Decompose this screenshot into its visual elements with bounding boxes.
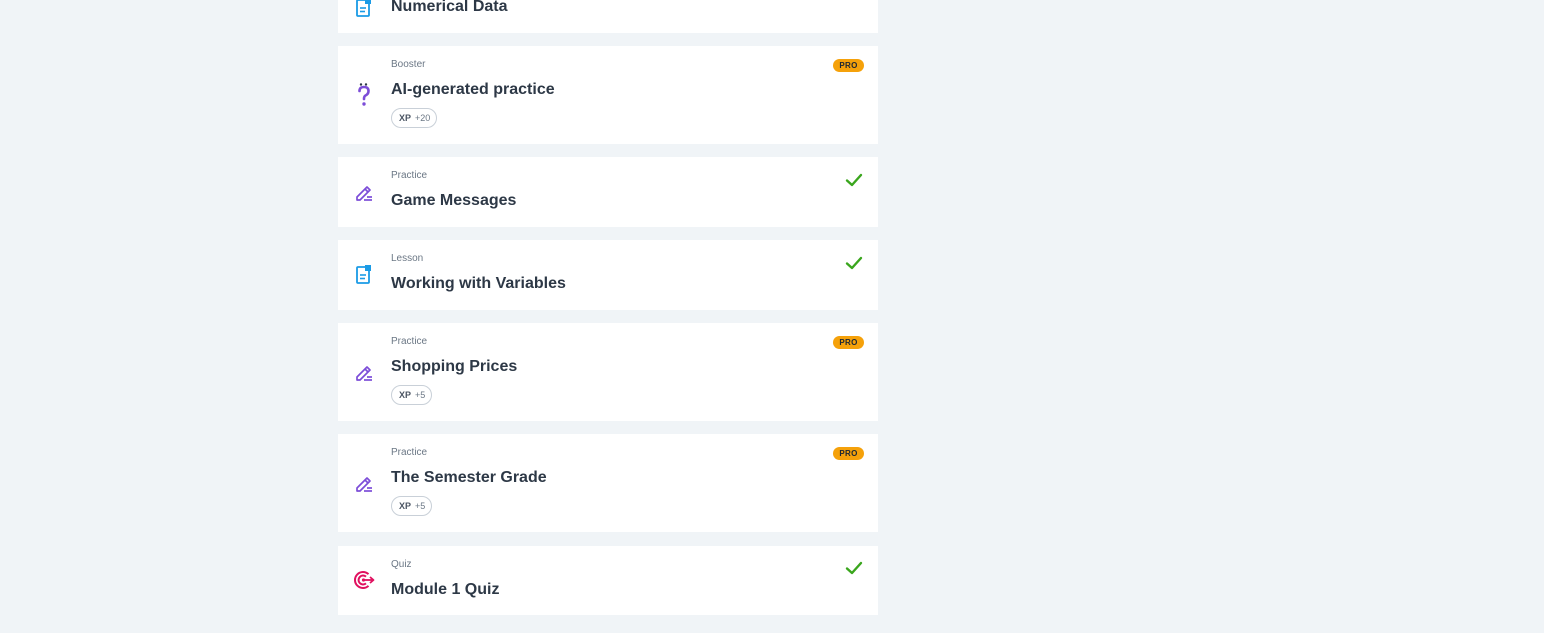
check-icon <box>845 256 863 270</box>
pro-badge: PRO <box>833 447 864 460</box>
xp-value: +5 <box>415 390 426 400</box>
item-title: The Semester Grade <box>391 469 547 486</box>
item-title: Shopping Prices <box>391 358 518 375</box>
list-item-ai-generated-practice[interactable]: Booster AI-generated practice XP +20 PRO <box>338 46 878 144</box>
list-item-the-semester-grade[interactable]: Practice The Semester Grade XP +5 PRO <box>338 434 878 532</box>
item-title: Module 1 Quiz <box>391 581 500 598</box>
target-quiz-icon <box>352 568 376 592</box>
list-item-module-1-quiz[interactable]: Quiz Module 1 Quiz <box>338 546 878 615</box>
check-icon <box>845 561 863 575</box>
pencil-edit-icon <box>352 360 376 384</box>
item-type: Lesson <box>391 253 424 264</box>
lesson-document-icon <box>352 263 376 287</box>
item-type: Booster <box>391 59 426 70</box>
module-item-list: Numerical Data Booster AI-generated prac… <box>0 0 1544 633</box>
xp-label: XP <box>399 501 412 511</box>
lesson-document-icon <box>352 0 376 20</box>
pro-badge: PRO <box>833 336 864 349</box>
xp-value: +5 <box>415 501 426 511</box>
xp-reward-badge: XP +5 <box>391 385 433 405</box>
xp-reward-badge: XP +20 <box>391 108 438 128</box>
xp-label: XP <box>399 113 412 123</box>
item-type: Practice <box>391 170 428 181</box>
list-item-working-with-variables[interactable]: Lesson Working with Variables <box>338 240 878 310</box>
list-item-numerical-data[interactable]: Numerical Data <box>338 0 878 33</box>
item-title: Numerical Data <box>391 0 508 15</box>
pencil-edit-icon <box>352 180 376 204</box>
item-title: Game Messages <box>391 192 517 209</box>
question-mark-icon <box>352 83 376 107</box>
list-item-shopping-prices[interactable]: Practice Shopping Prices XP +5 PRO <box>338 323 878 421</box>
check-icon <box>845 173 863 187</box>
pencil-edit-icon <box>352 471 376 495</box>
xp-reward-badge: XP +5 <box>391 496 433 516</box>
item-type: Practice <box>391 336 428 347</box>
item-type: Practice <box>391 447 428 458</box>
item-title: AI-generated practice <box>391 81 555 98</box>
item-type: Quiz <box>391 559 412 570</box>
xp-value: +20 <box>415 113 431 123</box>
xp-label: XP <box>399 390 412 400</box>
pro-badge: PRO <box>833 59 864 72</box>
item-title: Working with Variables <box>391 275 566 292</box>
list-item-game-messages[interactable]: Practice Game Messages <box>338 157 878 227</box>
